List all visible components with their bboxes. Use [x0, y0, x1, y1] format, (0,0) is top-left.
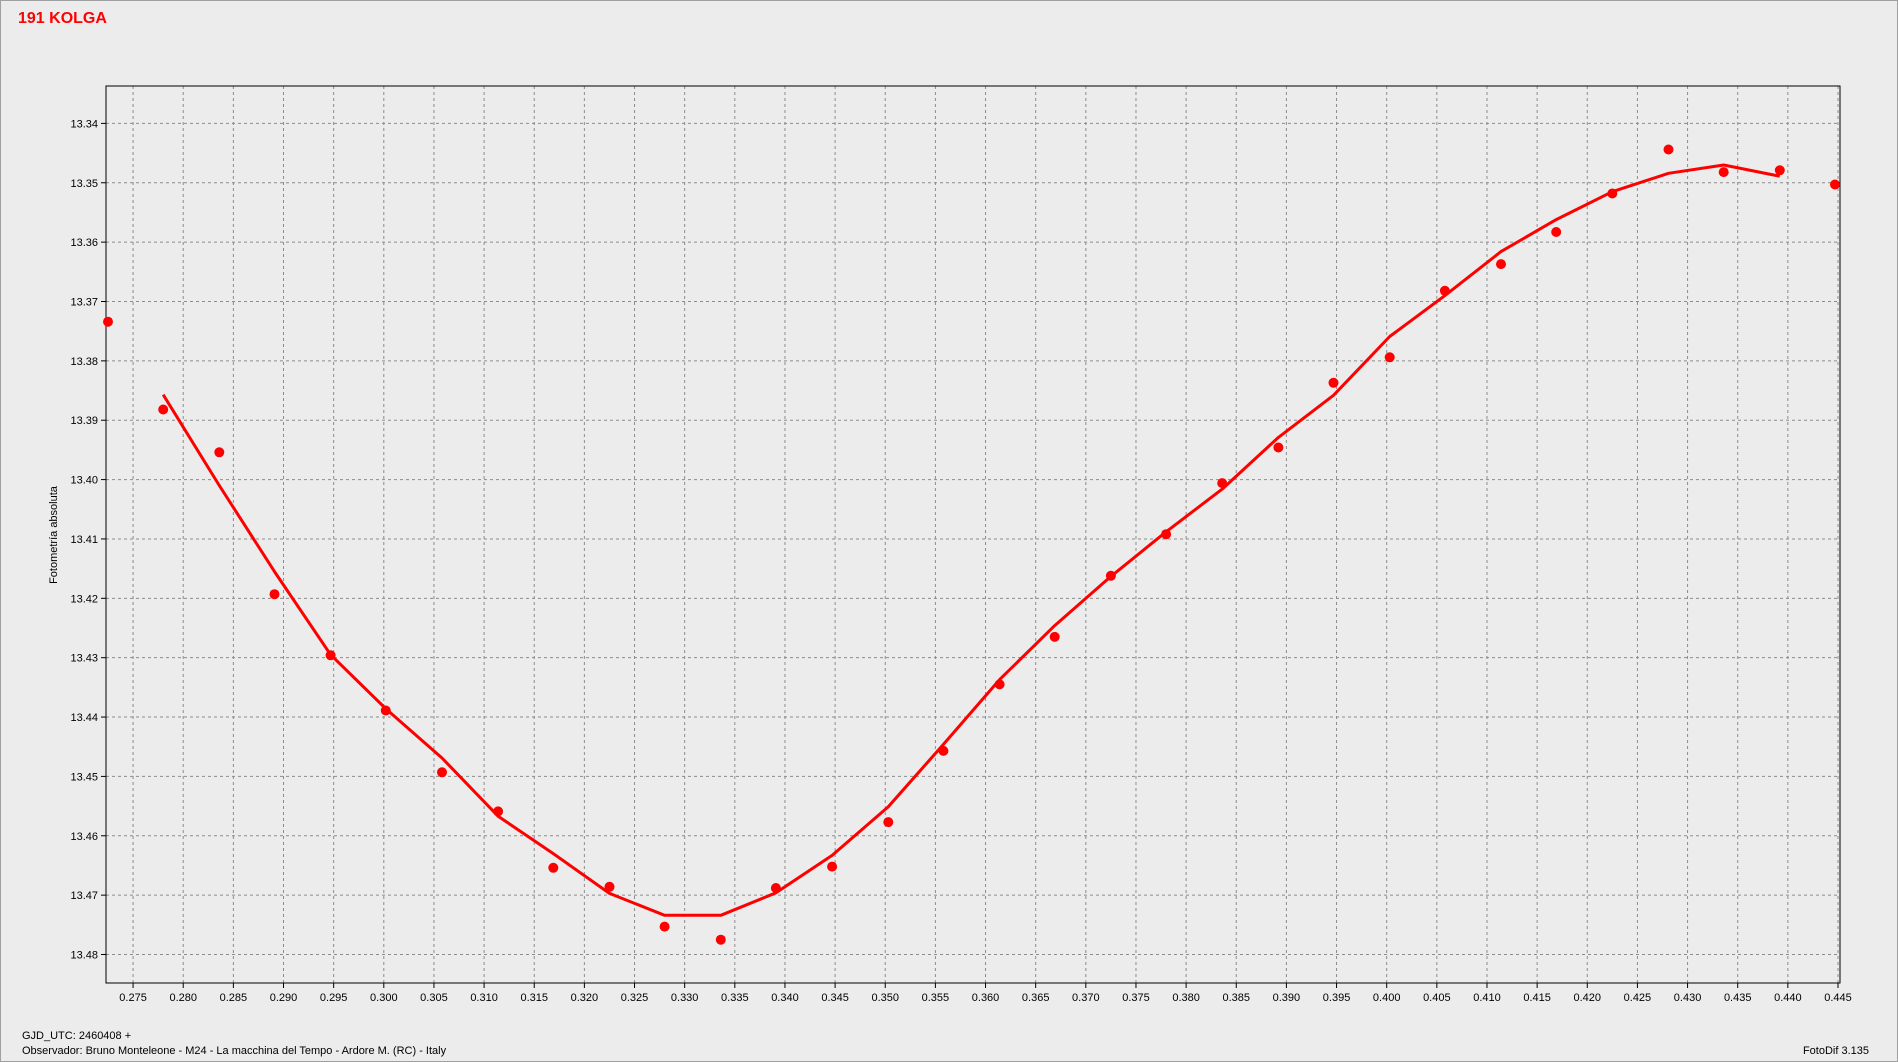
y-tick-label: 13.37: [70, 296, 98, 308]
x-axis: 0.275 0.280 0.285 0.290 0.295 0.300 0.305 0.310…: [119, 983, 1852, 1004]
x-tick-label: 0.410: [1473, 992, 1501, 1004]
x-tick-label: 0.295: [320, 992, 348, 1004]
x-tick-label: 0.355: [922, 992, 950, 1004]
version-label: FotoDif 3.135: [1802, 1045, 1869, 1057]
data-point: [827, 861, 838, 872]
x-tick-label: 0.440: [1774, 992, 1802, 1004]
grid: [106, 86, 1840, 983]
x-tick-label: 0.405: [1423, 992, 1451, 1004]
x-tick-label: 0.400: [1373, 992, 1401, 1004]
x-tick-label: 0.315: [520, 992, 548, 1004]
x-tick-label: 0.375: [1122, 992, 1150, 1004]
x-tick-label: 0.385: [1222, 992, 1250, 1004]
y-tick-label: 13.43: [70, 653, 98, 665]
data-point: [659, 921, 670, 932]
data-point: [715, 934, 726, 945]
x-tick-label: 0.330: [671, 992, 699, 1004]
data-point: [1663, 144, 1674, 155]
data-point: [437, 767, 447, 778]
data-point: [103, 316, 113, 327]
data-point: [380, 705, 391, 716]
x-tick-label: 0.390: [1273, 992, 1301, 1004]
data-point: [1384, 352, 1395, 363]
y-tick-label: 13.46: [70, 831, 98, 843]
x-tick-label: 0.365: [1022, 992, 1050, 1004]
data-point: [214, 447, 225, 458]
data-point: [1496, 259, 1506, 270]
x-tick-label: 0.340: [771, 992, 799, 1004]
data-point: [1718, 167, 1729, 178]
y-axis-label: Fotometría absoluta: [48, 485, 60, 584]
y-tick-label: 13.36: [70, 237, 98, 249]
y-tick-label: 13.39: [70, 415, 98, 427]
y-tick-label: 13.44: [70, 712, 98, 724]
x-tick-label: 0.380: [1172, 992, 1200, 1004]
y-tick-label: 13.48: [70, 950, 98, 962]
y-axis: 13.34 13.35 13.36 13.37 13.38 13.39 13.40 13.41…: [70, 118, 106, 962]
y-tick-label: 13.42: [70, 593, 98, 605]
x-tick-label: 0.335: [721, 992, 749, 1004]
y-tick-label: 13.45: [70, 771, 98, 783]
x-tick-label: 0.320: [571, 992, 599, 1004]
data-point: [1439, 285, 1450, 296]
x-tick-label: 0.300: [370, 992, 398, 1004]
x-tick-label: 0.325: [621, 992, 649, 1004]
data-point: [1105, 570, 1116, 581]
data-point: [1607, 188, 1618, 199]
x-tick-label: 0.345: [821, 992, 849, 1004]
observer-label: Observador: Bruno Monteleone - M24 - La …: [22, 1045, 447, 1057]
y-tick-label: 13.34: [70, 118, 98, 130]
data-point: [604, 881, 615, 892]
data-point: [158, 404, 169, 415]
x-tick-label: 0.420: [1574, 992, 1602, 1004]
y-tick-label: 13.41: [70, 534, 98, 546]
series: [103, 144, 1840, 945]
x-tick-label: 0.280: [169, 992, 197, 1004]
gjd-label: GJD_UTC: 2460408 +: [22, 1030, 132, 1042]
y-tick-label: 13.40: [70, 475, 98, 487]
data-point: [1774, 165, 1785, 176]
data-point: [548, 862, 559, 873]
x-tick-label: 0.395: [1323, 992, 1351, 1004]
y-tick-label: 13.47: [70, 890, 98, 902]
data-point: [1217, 478, 1228, 489]
data-point: [1273, 442, 1284, 453]
x-tick-label: 0.305: [420, 992, 448, 1004]
x-tick-label: 0.430: [1674, 992, 1702, 1004]
x-tick-label: 0.415: [1523, 992, 1551, 1004]
data-point: [493, 806, 504, 817]
x-tick-label: 0.350: [871, 992, 899, 1004]
chart-canvas: 13.34 13.35 13.36 13.37 13.38 13.39 13.40 13.41…: [48, 85, 1852, 1004]
data-point: [1328, 377, 1339, 388]
data-point: [1830, 179, 1840, 190]
data-point: [883, 817, 894, 828]
data-point: [1551, 227, 1562, 237]
x-tick-label: 0.360: [972, 992, 1000, 1004]
x-tick-label: 0.435: [1724, 992, 1752, 1004]
data-point: [325, 650, 336, 661]
x-tick-label: 0.445: [1824, 992, 1852, 1004]
plot-area: [105, 85, 1841, 984]
x-tick-label: 0.290: [270, 992, 298, 1004]
x-tick-label: 0.275: [119, 992, 147, 1004]
data-point: [1161, 529, 1172, 540]
data-point: [770, 883, 781, 893]
x-tick-label: 0.285: [220, 992, 248, 1004]
data-point: [938, 745, 949, 756]
y-tick-label: 13.35: [70, 178, 98, 190]
x-tick-label: 0.370: [1072, 992, 1100, 1004]
x-tick-label: 0.310: [470, 992, 498, 1004]
data-point: [269, 589, 280, 600]
data-point: [994, 679, 1005, 690]
y-tick-label: 13.38: [70, 356, 98, 368]
x-tick-label: 0.425: [1624, 992, 1652, 1004]
data-point: [1049, 631, 1060, 642]
